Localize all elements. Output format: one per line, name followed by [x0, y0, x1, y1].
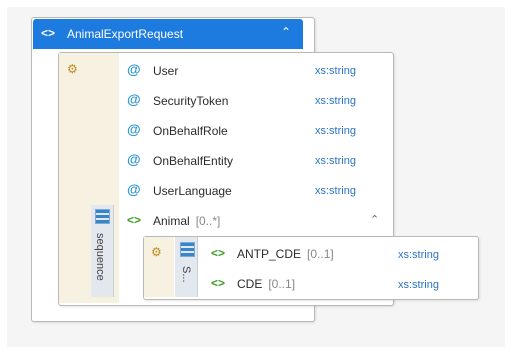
attribute-icon: @ [127, 121, 141, 137]
root-element-name: AnimalExportRequest [67, 27, 184, 41]
element-occurrence: [0..1] [268, 277, 296, 291]
element-icon: <> [211, 276, 226, 290]
element-icon: <> [41, 26, 56, 40]
attribute-icon: @ [127, 61, 141, 77]
attribute-type: xs:string [315, 155, 356, 167]
element-occurrence: [0..*] [195, 214, 221, 228]
attribute-type: xs:string [315, 95, 356, 107]
sequence-icon [95, 209, 110, 224]
complex-type-icon: ⚙ [151, 245, 162, 259]
inner-element-name[interactable]: ANTP_CDE [0..1] [237, 247, 334, 261]
attribute-icon: @ [127, 181, 141, 197]
element-icon: <> [127, 213, 142, 227]
attribute-name[interactable]: SecurityToken [153, 94, 228, 108]
sequence-icon [180, 242, 195, 257]
attribute-name[interactable]: User [153, 64, 178, 78]
attribute-type: xs:string [315, 125, 356, 137]
element-occurrence: [0..1] [307, 247, 334, 261]
sequence-label: sequence [94, 233, 106, 281]
inner-sequence-label: S... [180, 266, 192, 283]
attribute-type: xs:string [315, 65, 356, 77]
sequence-element-name[interactable]: Animal [0..*] [153, 214, 220, 228]
element-type: xs:string [398, 249, 439, 261]
element-type: xs:string [398, 279, 439, 291]
element-icon: <> [211, 246, 226, 260]
collapse-icon[interactable]: ⌃ [281, 25, 291, 39]
collapse-icon[interactable]: ⌃ [370, 213, 379, 226]
complex-type-icon: ⚙ [67, 62, 78, 76]
attribute-name[interactable]: OnBehalfEntity [153, 154, 233, 168]
inner-element-name[interactable]: CDE [0..1] [237, 277, 295, 291]
attribute-name[interactable]: UserLanguage [153, 184, 232, 198]
attribute-name[interactable]: OnBehalfRole [153, 124, 228, 138]
attribute-type: xs:string [315, 185, 356, 197]
root-element-header[interactable]: <> AnimalExportRequest ⌃ [33, 19, 303, 49]
attribute-icon: @ [127, 91, 141, 107]
attribute-icon: @ [127, 151, 141, 167]
